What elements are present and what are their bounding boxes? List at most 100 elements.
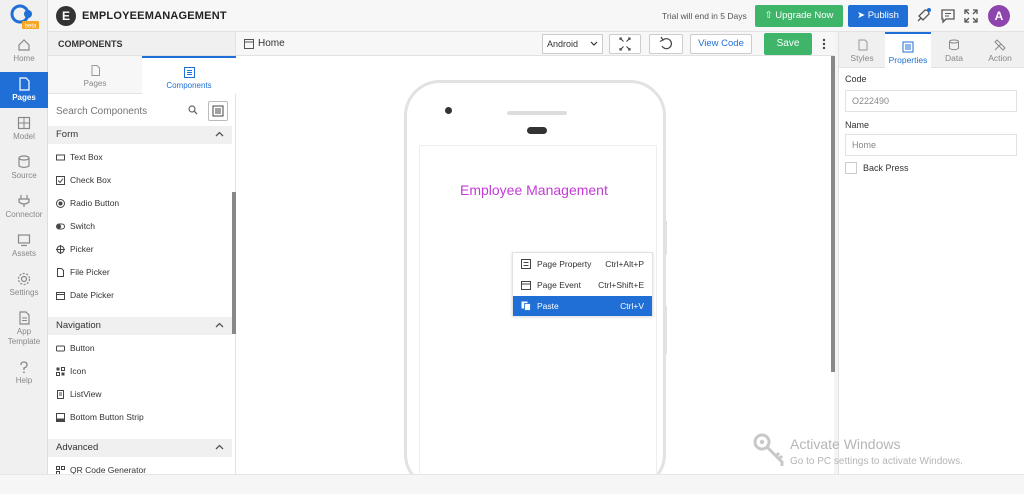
- phone-side-button: [664, 306, 667, 354]
- rail-item-connector[interactable]: Connector: [0, 194, 48, 224]
- context-menu: Page Property Ctrl+Alt+P Page Event Ctrl…: [512, 252, 653, 316]
- tab-action[interactable]: Action: [977, 32, 1023, 68]
- save-button[interactable]: Save: [764, 33, 812, 55]
- rocket-icon[interactable]: [915, 8, 931, 24]
- tools-icon: [994, 39, 1006, 51]
- component-icon[interactable]: Icon: [48, 360, 232, 382]
- component-label: Picker: [70, 244, 94, 254]
- tab-data[interactable]: Data: [931, 32, 977, 68]
- component-listview[interactable]: ListView: [48, 383, 232, 405]
- context-menu-page-property[interactable]: Page Property Ctrl+Alt+P: [513, 254, 652, 274]
- canvas-toolbar: Home Android View Code Save: [236, 32, 834, 56]
- component-button[interactable]: Button: [48, 337, 232, 359]
- component-label: Switch: [70, 221, 96, 231]
- upgrade-button[interactable]: ⇧ Upgrade Now: [755, 5, 843, 27]
- app-logo: beta: [10, 4, 40, 30]
- rail-item-model[interactable]: Model: [0, 116, 48, 146]
- canvas-scrollbar[interactable]: [831, 56, 835, 372]
- section-header-advanced[interactable]: Advanced: [48, 439, 232, 457]
- context-menu-paste[interactable]: Paste Ctrl+V: [513, 296, 652, 316]
- component-label: Button: [70, 343, 95, 353]
- list-view-button[interactable]: [208, 101, 228, 121]
- section-header-form[interactable]: Form: [48, 126, 232, 144]
- rail-item-source[interactable]: Source: [0, 155, 48, 185]
- undo-button[interactable]: [649, 34, 683, 54]
- name-field[interactable]: Home: [845, 134, 1017, 156]
- phone-screen[interactable]: Employee Management: [419, 145, 657, 494]
- context-label: Page Event: [537, 280, 581, 290]
- publish-button[interactable]: ➤ Publish: [848, 5, 908, 27]
- context-label: Page Property: [537, 259, 592, 269]
- properties-panel: Styles Properties Data Action Code O2224…: [838, 32, 1024, 474]
- component-label: Icon: [70, 366, 87, 376]
- search-icon[interactable]: [188, 105, 198, 115]
- chevron-down-icon: [590, 41, 598, 46]
- properties-icon: [902, 41, 914, 53]
- rail-item-label: Home: [13, 54, 35, 63]
- view-code-button[interactable]: View Code: [690, 34, 752, 54]
- phone-sensor: [527, 127, 547, 134]
- user-avatar[interactable]: A: [988, 5, 1010, 27]
- component-label: ListView: [70, 389, 102, 399]
- component-label: QR Code Generator: [70, 465, 147, 474]
- left-rail: beta Home Pages Model Source Connector A…: [0, 0, 48, 474]
- component-switch[interactable]: Switch: [48, 215, 232, 237]
- file-icon: [57, 268, 64, 277]
- database-icon: [18, 155, 30, 169]
- code-field[interactable]: O222490: [845, 90, 1017, 112]
- checkbox-icon: [56, 176, 65, 185]
- context-menu-page-event[interactable]: Page Event Ctrl+Shift+E: [513, 275, 652, 295]
- rail-item-pages[interactable]: Pages: [0, 72, 48, 108]
- tab-styles[interactable]: Styles: [839, 32, 885, 68]
- app-badge: E: [56, 6, 76, 26]
- search-input[interactable]: [50, 100, 204, 122]
- tab-properties[interactable]: Properties: [885, 32, 931, 68]
- trial-notice: Trial will end in 5 Days: [662, 11, 747, 21]
- radio-icon: [56, 199, 65, 208]
- picker-icon: [56, 245, 65, 254]
- section-header-navigation[interactable]: Navigation: [48, 317, 232, 335]
- back-press-checkbox[interactable]: [845, 162, 857, 174]
- component-label: Bottom Button Strip: [70, 412, 144, 422]
- tab-pages[interactable]: Pages: [48, 56, 142, 94]
- device-value: Android: [547, 39, 579, 49]
- pages-icon: [19, 77, 30, 91]
- tab-components[interactable]: Components: [142, 56, 236, 94]
- calendar-icon: [56, 292, 65, 300]
- rail-item-help[interactable]: Help: [0, 360, 48, 390]
- chat-icon[interactable]: [940, 8, 956, 24]
- device-select[interactable]: Android: [542, 34, 603, 54]
- rail-item-label: Model: [13, 132, 35, 141]
- strip-icon: [56, 413, 65, 422]
- component-radio-button[interactable]: Radio Button: [48, 192, 232, 214]
- rail-item-app-template[interactable]: App Template: [0, 311, 48, 351]
- rail-item-label-2: Template: [7, 337, 41, 346]
- component-picker[interactable]: Picker: [48, 238, 232, 260]
- send-icon: ➤: [857, 10, 866, 21]
- component-label: Radio Button: [70, 198, 120, 208]
- property-icon: [521, 259, 531, 269]
- component-bottom-button-strip[interactable]: Bottom Button Strip: [48, 406, 232, 428]
- rail-item-assets[interactable]: Assets: [0, 233, 48, 263]
- current-page-label: Home: [258, 38, 285, 49]
- component-file-picker[interactable]: File Picker: [48, 261, 232, 283]
- top-bar: E EMPLOYEEMANAGEMENT Trial will end in 5…: [48, 0, 1024, 32]
- component-qr-code-generator[interactable]: QR Code Generator: [48, 459, 232, 474]
- more-options-icon[interactable]: [822, 38, 826, 50]
- components-list: Form Text Box Check Box Radio Button Swi…: [48, 126, 236, 474]
- component-check-box[interactable]: Check Box: [48, 169, 232, 191]
- rail-item-settings[interactable]: Settings: [0, 272, 48, 302]
- rail-item-home[interactable]: Home: [0, 38, 48, 68]
- assets-icon: [17, 234, 31, 247]
- event-icon: [521, 281, 531, 290]
- component-date-picker[interactable]: Date Picker: [48, 284, 232, 306]
- phone-camera: [445, 107, 452, 114]
- tab-label: Styles: [850, 53, 874, 63]
- screen-title[interactable]: Employee Management: [460, 182, 608, 198]
- fullscreen-icon[interactable]: [963, 8, 979, 24]
- gear-icon: [17, 272, 31, 286]
- component-label: Text Box: [70, 152, 103, 162]
- component-text-box[interactable]: Text Box: [48, 146, 232, 168]
- tab-label: Data: [945, 53, 963, 63]
- fit-screen-button[interactable]: [609, 34, 641, 54]
